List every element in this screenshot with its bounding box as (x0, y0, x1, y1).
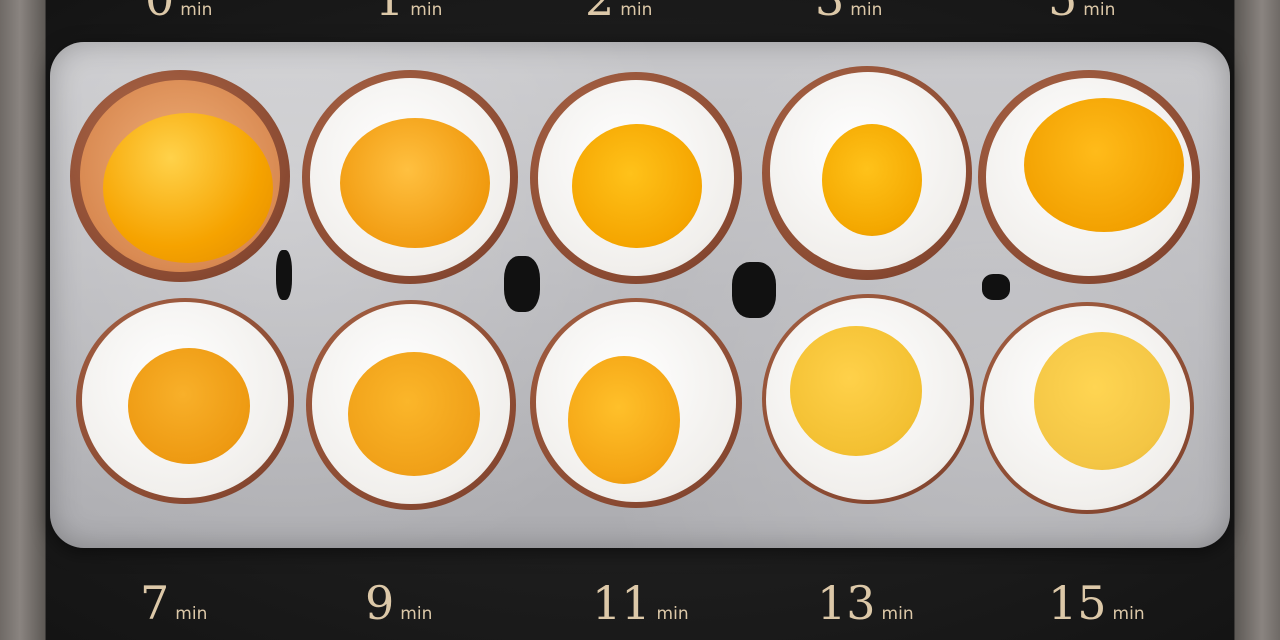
time-label-number: 0 (145, 0, 174, 26)
time-label-2min: 2min (585, 0, 652, 22)
egg-5min-yolk (1024, 98, 1184, 232)
time-label-number: 13 (817, 576, 876, 630)
egg-0min-yolk (103, 113, 273, 263)
time-label-number: 15 (1048, 576, 1107, 630)
time-label-unit: min (175, 604, 208, 624)
time-label-0min: 0min (145, 0, 212, 22)
egg-2min-yolk (572, 124, 702, 248)
time-label-unit: min (620, 0, 653, 20)
egg-7min-yolk (128, 348, 250, 464)
time-label-unit: min (1112, 604, 1145, 624)
egg-15min-yolk (1034, 332, 1170, 470)
time-label-1min: 1min (375, 0, 442, 22)
egg-11min-yolk (568, 356, 680, 484)
time-label-unit: min (410, 0, 443, 20)
time-label-number: 9 (365, 576, 395, 630)
time-label-unit: min (850, 0, 883, 20)
carton-hole (276, 250, 292, 300)
carton-hole (982, 274, 1010, 300)
time-label-number: 5 (1048, 0, 1077, 26)
time-label-9min: 9 min (365, 580, 432, 626)
time-label-11min: 11 min (592, 580, 689, 626)
time-label-3min: 3min (815, 0, 882, 22)
egg-3min-yolk (822, 124, 922, 236)
time-label-number: 2 (585, 0, 614, 26)
time-label-unit: min (400, 604, 433, 624)
time-label-number: 11 (592, 576, 651, 630)
time-label-unit: min (656, 604, 689, 624)
time-label-number: 7 (140, 576, 170, 630)
time-label-7min: 7 min (140, 580, 207, 626)
carton-hole (504, 256, 540, 312)
carton-hole (732, 262, 776, 318)
time-label-number: 1 (375, 0, 404, 26)
egg-1min-yolk (340, 118, 490, 248)
time-label-unit: min (881, 604, 914, 624)
egg-13min-yolk (790, 326, 922, 456)
time-label-5min: 5min (1048, 0, 1115, 22)
time-label-13min: 13 min (817, 580, 914, 626)
time-label-number: 3 (815, 0, 844, 26)
egg-9min-yolk (348, 352, 480, 476)
time-label-unit: min (1083, 0, 1116, 20)
time-label-15min: 15 min (1048, 580, 1145, 626)
time-label-unit: min (180, 0, 213, 20)
